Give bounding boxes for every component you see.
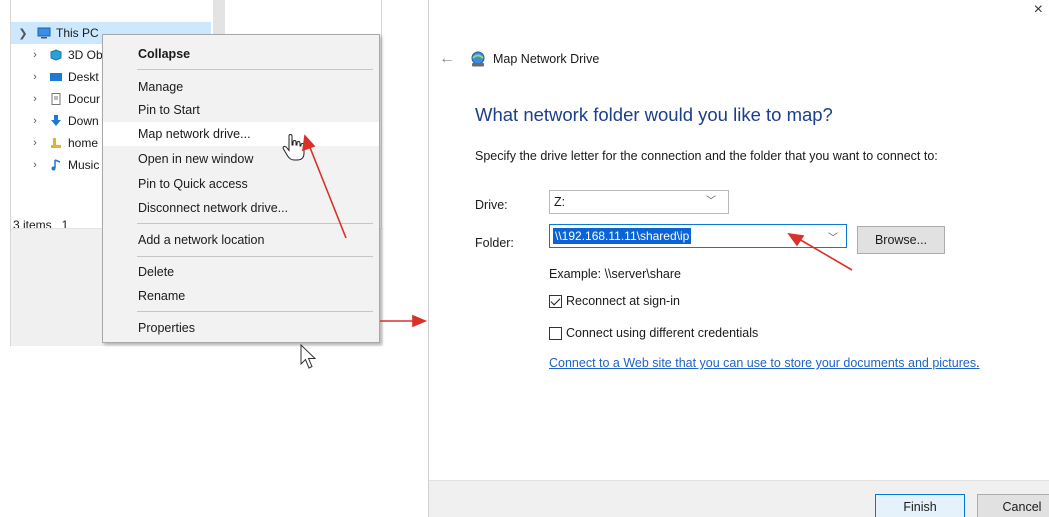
drive-value: Z: [554,195,566,209]
music-icon [51,159,61,171]
file-explorer-pane: ❯ This PC › 3D Ob › Deskt › Docur › Down… [0,0,410,517]
menu-item-disconnect-network-drive[interactable]: Disconnect network drive... [103,196,379,220]
tree-item-music[interactable]: › Music [11,154,99,176]
page-heading: What network folder would you like to ma… [475,104,833,125]
context-menu: Collapse Manage Pin to Start Map network… [102,34,380,343]
reconnect-label[interactable]: Reconnect at sign-in [566,294,680,308]
chevron-right-icon[interactable]: › [27,49,43,61]
tree-item-label: Down [68,114,99,128]
tree-item-label: Music [68,158,100,172]
folder-path-input[interactable]: \\192.168.11.11\shared\ip ﹀ [549,224,847,248]
web-link-period: . [976,356,980,370]
folder-icon [51,138,61,148]
reconnect-checkbox[interactable] [549,294,562,308]
credentials-label[interactable]: Connect using different credentials [566,326,758,340]
drive-label: Drive: [475,198,508,212]
close-icon[interactable]: × [1034,2,1043,18]
tree-item-documents[interactable]: › Docur [11,88,100,110]
tree-item-label: This PC [56,26,99,40]
different-credentials-option[interactable]: Connect using different credentials [549,326,758,340]
tree-item-home[interactable]: › home [11,132,98,154]
computer-icon [37,27,51,39]
credentials-checkbox[interactable] [549,326,562,340]
menu-item-pin-to-start[interactable]: Pin to Start [103,98,379,122]
finish-button[interactable]: Finish [875,494,965,517]
hand-pointer-cursor-icon [282,134,305,161]
chevron-right-icon[interactable]: › [27,159,43,171]
drive-letter-select[interactable]: Z: ﹀ [549,190,729,214]
instruction-text: Specify the drive letter for the connect… [475,149,938,163]
network-drive-icon [471,51,485,67]
chevron-right-icon[interactable]: › [27,71,43,83]
mouse-pointer-icon [300,344,317,369]
tree-item-3d-objects[interactable]: › 3D Ob [11,44,103,66]
chevron-down-icon[interactable]: ❯ [15,27,31,40]
downloads-icon [51,115,61,126]
web-site-link-row: Connect to a Web site that you can use t… [549,356,980,370]
dialog-footer: Finish Cancel [429,480,1049,517]
menu-item-map-network-drive[interactable]: Map network drive... [103,122,379,146]
map-network-drive-dialog: × ← Map Network Drive What network folde… [429,0,1049,517]
tree-item-label: 3D Ob [68,48,103,62]
chevron-right-icon[interactable]: › [27,137,43,149]
tree-item-desktop[interactable]: › Deskt [11,66,99,88]
menu-separator [137,69,373,70]
chevron-right-icon[interactable]: › [27,115,43,127]
menu-item-properties[interactable]: Properties [103,316,379,340]
web-site-link[interactable]: Connect to a Web site that you can use t… [549,356,976,370]
menu-item-rename[interactable]: Rename [103,284,379,308]
chevron-right-icon[interactable]: › [27,93,43,105]
tree-item-label: Deskt [68,70,99,84]
folder-example-text: Example: \\server\share [549,267,681,281]
tree-item-label: home [68,136,99,150]
chevron-down-icon[interactable]: ﹀ [828,229,838,244]
menu-separator [137,311,373,312]
menu-item-add-network-location[interactable]: Add a network location [103,228,379,252]
tree-item-downloads[interactable]: › Down [11,110,99,132]
dialog-title: Map Network Drive [493,52,600,66]
annotation-arrowhead-connect [412,314,428,328]
tree-item-label: Docur [68,92,101,106]
menu-item-delete[interactable]: Delete [103,260,379,284]
menu-separator [137,223,373,224]
desktop-icon [50,73,62,81]
menu-item-manage[interactable]: Manage [103,75,379,99]
cancel-button[interactable]: Cancel [977,494,1049,517]
documents-icon [51,93,61,105]
3d-objects-icon [50,49,62,61]
menu-item-collapse[interactable]: Collapse [103,42,379,66]
menu-item-pin-quick-access[interactable]: Pin to Quick access [103,172,379,196]
chevron-down-icon[interactable]: ﹀ [706,191,716,213]
reconnect-option[interactable]: Reconnect at sign-in [549,294,680,308]
folder-label: Folder: [475,236,514,250]
folder-path-value[interactable]: \\192.168.11.11\shared\ip [553,228,692,244]
back-arrow-icon[interactable]: ← [439,50,455,68]
browse-button[interactable]: Browse... [857,226,945,254]
menu-separator [137,256,373,257]
menu-item-open-new-window[interactable]: Open in new window [103,147,379,171]
